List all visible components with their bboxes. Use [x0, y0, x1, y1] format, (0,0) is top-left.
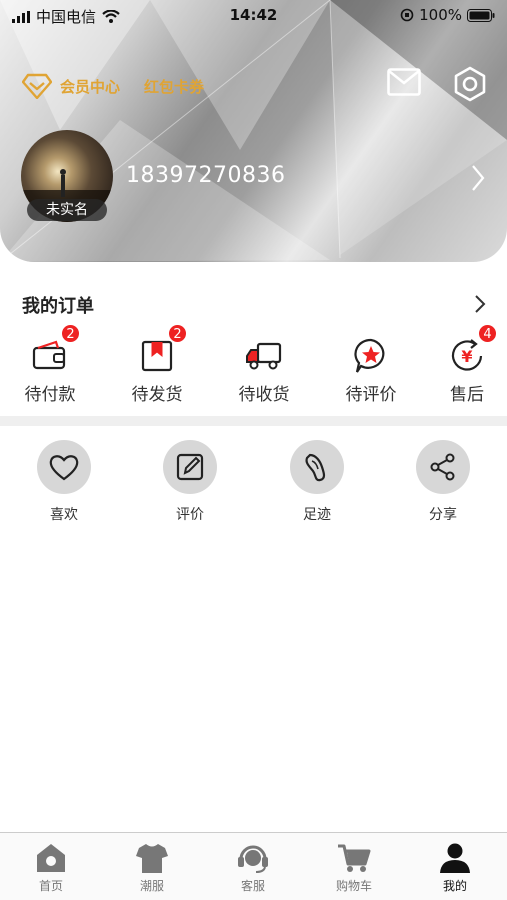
order-label: 待评价: [345, 385, 397, 405]
settings-icon[interactable]: [452, 66, 488, 102]
member-center-link[interactable]: 会员中心: [22, 73, 120, 99]
battery-icon: [467, 8, 495, 22]
truck-icon: [246, 342, 282, 370]
bottom-tab-bar: 首页 潮服 客服 购物车 我的: [0, 832, 507, 900]
tool-history[interactable]: 足迹: [277, 440, 357, 524]
profile-header: 中国电信 14:42 100% 会员中心 红包卡券 未实名 1839727083…: [0, 0, 507, 262]
shirt-icon: [136, 844, 168, 873]
footprint-icon: [305, 453, 326, 482]
heart-icon: [49, 455, 79, 481]
tab-label: 潮服: [139, 879, 164, 893]
user-icon: [440, 843, 470, 873]
tab-service[interactable]: 客服: [213, 841, 293, 894]
orders-title: 我的订单: [22, 296, 94, 317]
tool-likes[interactable]: 喜欢: [24, 440, 104, 524]
order-label: 售后: [450, 385, 484, 405]
cart-icon: [338, 844, 371, 872]
order-badge: 4: [478, 324, 497, 343]
tab-mine[interactable]: 我的: [415, 841, 495, 894]
share-icon: [430, 453, 455, 481]
tool-label: 喜欢: [50, 507, 78, 523]
edit-icon: [176, 453, 204, 481]
order-label: 待收货: [238, 385, 290, 405]
order-pending-shipment[interactable]: 2 待发货: [117, 324, 197, 405]
red-packet-link[interactable]: 红包卡券: [144, 76, 204, 97]
tab-label: 首页: [38, 879, 63, 893]
tab-label: 购物车: [335, 879, 372, 893]
review-star-icon: [354, 338, 385, 373]
headset-icon: [238, 845, 268, 873]
refund-icon: ¥: [451, 339, 483, 371]
order-pending-review[interactable]: 待评价: [331, 336, 411, 405]
tab-home[interactable]: 首页: [11, 841, 91, 894]
home-icon: [37, 844, 65, 872]
diamond-icon: [22, 73, 52, 99]
tab-label: 客服: [240, 879, 265, 893]
order-badge: 2: [168, 324, 187, 343]
member-center-label: 会员中心: [60, 77, 121, 96]
rotation-lock-icon: [400, 8, 414, 22]
user-phone: 18397270836: [126, 163, 286, 188]
package-icon: [141, 340, 173, 372]
tool-reviews[interactable]: 评价: [150, 440, 230, 524]
order-pending-receipt[interactable]: 待收货: [224, 336, 304, 405]
tab-cart[interactable]: 购物车: [314, 841, 394, 894]
section-divider: [0, 416, 507, 426]
order-label: 待付款: [24, 385, 76, 405]
order-pending-payment[interactable]: 2 待付款: [10, 324, 90, 405]
verification-badge: 未实名: [27, 199, 107, 221]
svg-text:¥: ¥: [461, 347, 472, 366]
tool-label: 足迹: [303, 507, 331, 523]
tab-label: 我的: [442, 879, 467, 893]
tool-label: 分享: [429, 507, 457, 523]
tool-label: 评价: [176, 507, 204, 523]
order-label: 待发货: [131, 385, 183, 405]
tab-fashion[interactable]: 潮服: [112, 841, 192, 894]
orders-chevron-icon[interactable]: [474, 294, 486, 314]
status-bar: 中国电信 14:42 100%: [0, 0, 507, 30]
order-after-sales[interactable]: ¥ 4 售后: [427, 324, 507, 405]
mail-icon[interactable]: [387, 68, 421, 96]
tool-share[interactable]: 分享: [403, 440, 483, 524]
chevron-right-icon[interactable]: [470, 164, 486, 192]
order-badge: 2: [61, 324, 80, 343]
battery-percent: 100%: [419, 6, 462, 24]
wallet-icon: [32, 340, 66, 370]
